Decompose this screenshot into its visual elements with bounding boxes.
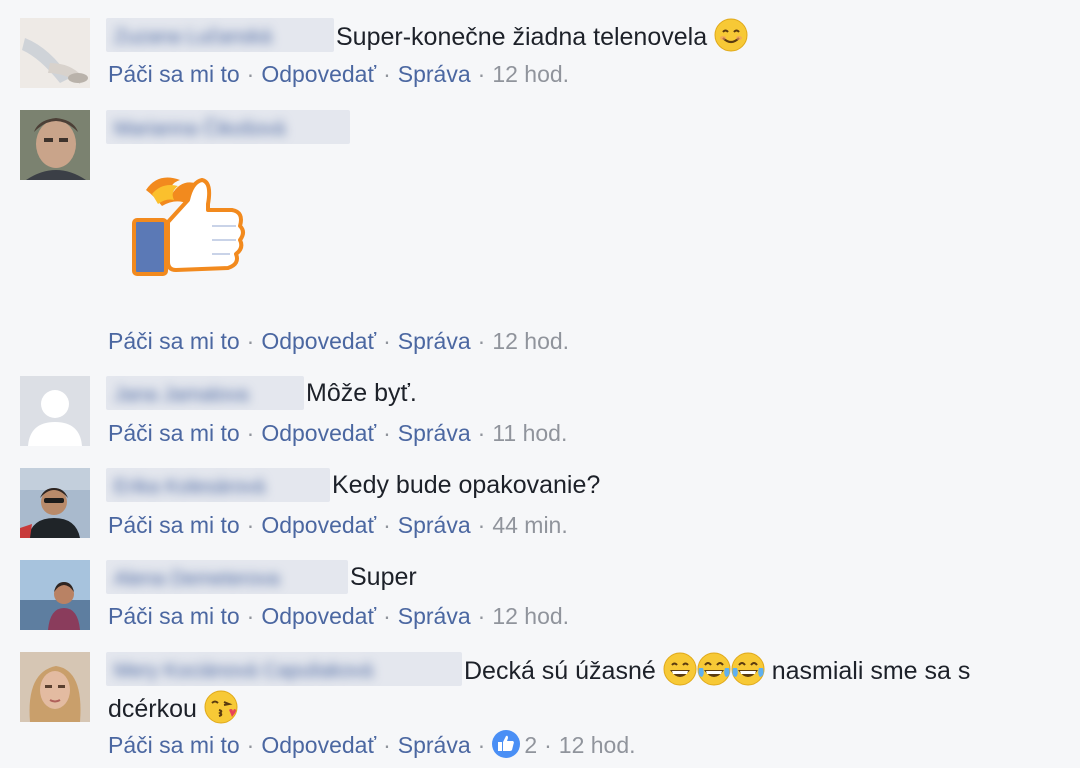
kissing-face-icon — [204, 690, 238, 724]
author-name[interactable]: Marianna Čikošová — [106, 110, 350, 144]
comment-feed: Zuzana Lučanská Super-konečne žiadna tel… — [0, 0, 1080, 768]
separator: · — [246, 328, 255, 354]
like-link[interactable]: Páči sa mi to — [108, 420, 240, 446]
separator: · — [383, 603, 391, 629]
author-name[interactable]: Erika Kolesárová — [106, 468, 330, 502]
separator: · — [246, 61, 255, 87]
avatar[interactable] — [20, 652, 90, 722]
avatar[interactable] — [20, 18, 90, 88]
message-link[interactable]: Správa — [398, 603, 471, 629]
like-link[interactable]: Páči sa mi to — [108, 732, 240, 758]
reply-link[interactable]: Odpovedať — [261, 732, 376, 758]
timestamp[interactable]: 12 hod. — [492, 61, 569, 87]
comment-text: Super-konečne žiadna telenovela — [336, 18, 748, 54]
comment-body: Decká sú úžasné — [464, 657, 656, 685]
comment-body: Super-konečne žiadna telenovela — [336, 23, 708, 51]
flaming-thumbs-up-sticker — [128, 170, 250, 280]
timestamp[interactable]: 12 hod. — [492, 603, 569, 629]
author-name-text: Alena Demeterova — [114, 568, 280, 590]
grinning-face-icon — [663, 652, 697, 686]
comment-body-line2: dcérkou — [108, 695, 197, 723]
author-name-text: Zuzana Lučanská — [114, 26, 272, 48]
timestamp[interactable]: 11 hod. — [492, 420, 567, 446]
comment-actions: Páči sa mi to · Odpovedať · Správa · 11 hod. — [108, 418, 567, 448]
author-name-text: Erika Kolesárová — [114, 476, 266, 498]
message-link[interactable]: Správa — [398, 732, 471, 758]
like-link[interactable]: Páči sa mi to — [108, 61, 240, 87]
comment-text: Kedy bude opakovanie? — [332, 468, 600, 502]
comment-actions: Páči sa mi to · Odpovedať · Správa · 12 hod. — [108, 326, 569, 356]
timestamp[interactable]: 44 min. — [492, 512, 567, 538]
like-link[interactable]: Páči sa mi to — [108, 512, 240, 538]
message-link[interactable]: Správa — [398, 420, 471, 446]
separator: · — [477, 420, 486, 446]
like-link[interactable]: Páči sa mi to — [108, 328, 240, 354]
separator: · — [477, 61, 486, 87]
tears-of-joy-icon — [731, 652, 765, 686]
author-name[interactable]: Alena Demeterova — [106, 560, 348, 594]
reply-link[interactable]: Odpovedať — [261, 420, 376, 446]
separator: · — [477, 732, 486, 758]
author-name-text: Marianna Čikošová — [114, 118, 286, 140]
comment-text: Decká sú úžasné nasmiali sme sa s — [464, 652, 970, 688]
separator: · — [246, 420, 255, 446]
comment-actions: Páči sa mi to · Odpovedať · Správa · 12 hod. — [108, 59, 569, 89]
comment-body: Môže byť. — [306, 379, 417, 407]
reply-link[interactable]: Odpovedať — [261, 328, 376, 354]
comment-body-continued: nasmiali sme sa s — [771, 657, 971, 685]
comment-text: Môže byť. — [306, 376, 417, 410]
separator: · — [544, 732, 552, 758]
separator: · — [383, 61, 391, 87]
avatar[interactable] — [20, 110, 90, 180]
comment-body: Kedy bude opakovanie? — [332, 471, 601, 499]
timestamp[interactable]: 12 hod. — [492, 328, 569, 354]
comment-actions: Páči sa mi to · Odpovedať · Správa · 2 · 12 hod. — [108, 730, 636, 760]
separator: · — [383, 328, 391, 354]
comment-text: Super — [350, 560, 417, 594]
comment-text-line2: dcérkou — [108, 690, 238, 726]
smiling-face-icon — [714, 18, 748, 52]
separator: · — [383, 732, 391, 758]
separator: · — [246, 732, 255, 758]
avatar[interactable] — [20, 560, 90, 630]
message-link[interactable]: Správa — [398, 328, 471, 354]
reply-link[interactable]: Odpovedať — [261, 512, 376, 538]
reply-link[interactable]: Odpovedať — [261, 61, 376, 87]
timestamp[interactable]: 12 hod. — [559, 732, 636, 758]
separator: · — [246, 603, 255, 629]
separator: · — [383, 512, 391, 538]
thumbs-up-icon[interactable] — [492, 730, 521, 758]
reply-link[interactable]: Odpovedať — [261, 603, 376, 629]
author-name-text: Mery Kociánová Capuliaková — [114, 660, 374, 682]
author-name[interactable]: Zuzana Lučanská — [106, 18, 334, 52]
separator: · — [477, 512, 486, 538]
like-count[interactable]: 2 — [524, 732, 537, 758]
tears-of-joy-icon — [697, 652, 731, 686]
comment-actions: Páči sa mi to · Odpovedať · Správa · 44 min. — [108, 510, 568, 540]
separator: · — [246, 512, 255, 538]
author-name[interactable]: Jana Jamalova — [106, 376, 304, 410]
author-name[interactable]: Mery Kociánová Capuliaková — [106, 652, 462, 686]
separator: · — [477, 328, 486, 354]
message-link[interactable]: Správa — [398, 61, 471, 87]
avatar[interactable] — [20, 468, 90, 538]
comment-actions: Páči sa mi to · Odpovedať · Správa · 12 hod. — [108, 601, 569, 631]
comment-body: Super — [350, 563, 417, 591]
separator: · — [477, 603, 486, 629]
author-name-text: Jana Jamalova — [114, 384, 249, 406]
like-link[interactable]: Páči sa mi to — [108, 603, 240, 629]
separator: · — [383, 420, 391, 446]
avatar[interactable] — [20, 376, 90, 446]
message-link[interactable]: Správa — [398, 512, 471, 538]
